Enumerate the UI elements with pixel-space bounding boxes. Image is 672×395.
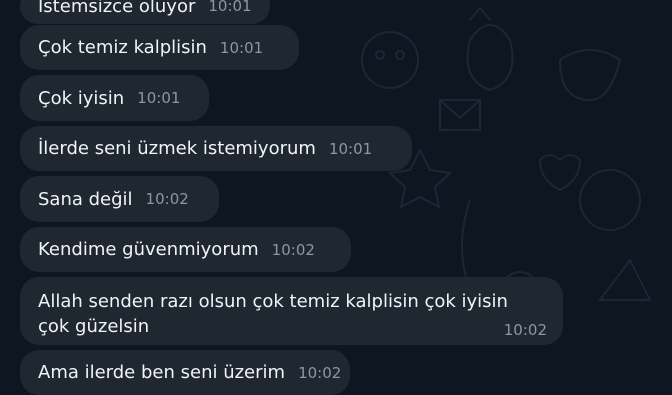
message-bubble[interactable]: İstemsizce oluyor 10:01	[20, 0, 270, 24]
message-time: 10:01	[208, 0, 252, 15]
message-text: Kendime güvenmiyorum	[38, 239, 259, 260]
message-text-line: Allah senden razı olsun çok temiz kalpli…	[38, 291, 508, 312]
message-text: Çok iyisin	[38, 87, 125, 109]
message-time: 10:02	[271, 240, 315, 259]
message-text: Ama ilerde ben seni üzerim	[38, 362, 286, 383]
message-time: 10:02	[503, 321, 547, 339]
message-text: İlerde seni üzmek istemiyorum	[38, 138, 316, 159]
message-bubble[interactable]: Çok temiz kalplisin 10:01	[20, 25, 299, 70]
message-bubble[interactable]: Sana değil 10:02	[20, 176, 219, 222]
message-bubble[interactable]: İlerde seni üzmek istemiyorum 10:01	[20, 126, 412, 171]
message-time: 10:02	[298, 363, 342, 382]
message-bubble[interactable]: Kendime güvenmiyorum 10:02	[20, 227, 351, 272]
message-time: 10:02	[145, 190, 189, 208]
message-bubble[interactable]: Allah senden razı olsun çok temiz kalpli…	[20, 277, 563, 345]
message-time: 10:01	[328, 139, 373, 158]
message-bubble[interactable]: Çok iyisin 10:01	[20, 75, 209, 121]
message-text-line: çok güzelsin	[38, 316, 150, 337]
message-list[interactable]: İstemsizce oluyor 10:01 Çok temiz kalpli…	[0, 0, 672, 395]
message-text: Çok temiz kalplisin	[38, 37, 207, 58]
message-text: İstemsizce oluyor	[38, 0, 196, 17]
message-time: 10:01	[219, 38, 264, 57]
message-bubble[interactable]: Ama ilerde ben seni üzerim 10:02	[20, 350, 350, 395]
message-text: Sana değil	[38, 188, 133, 210]
message-time: 10:01	[137, 89, 181, 107]
